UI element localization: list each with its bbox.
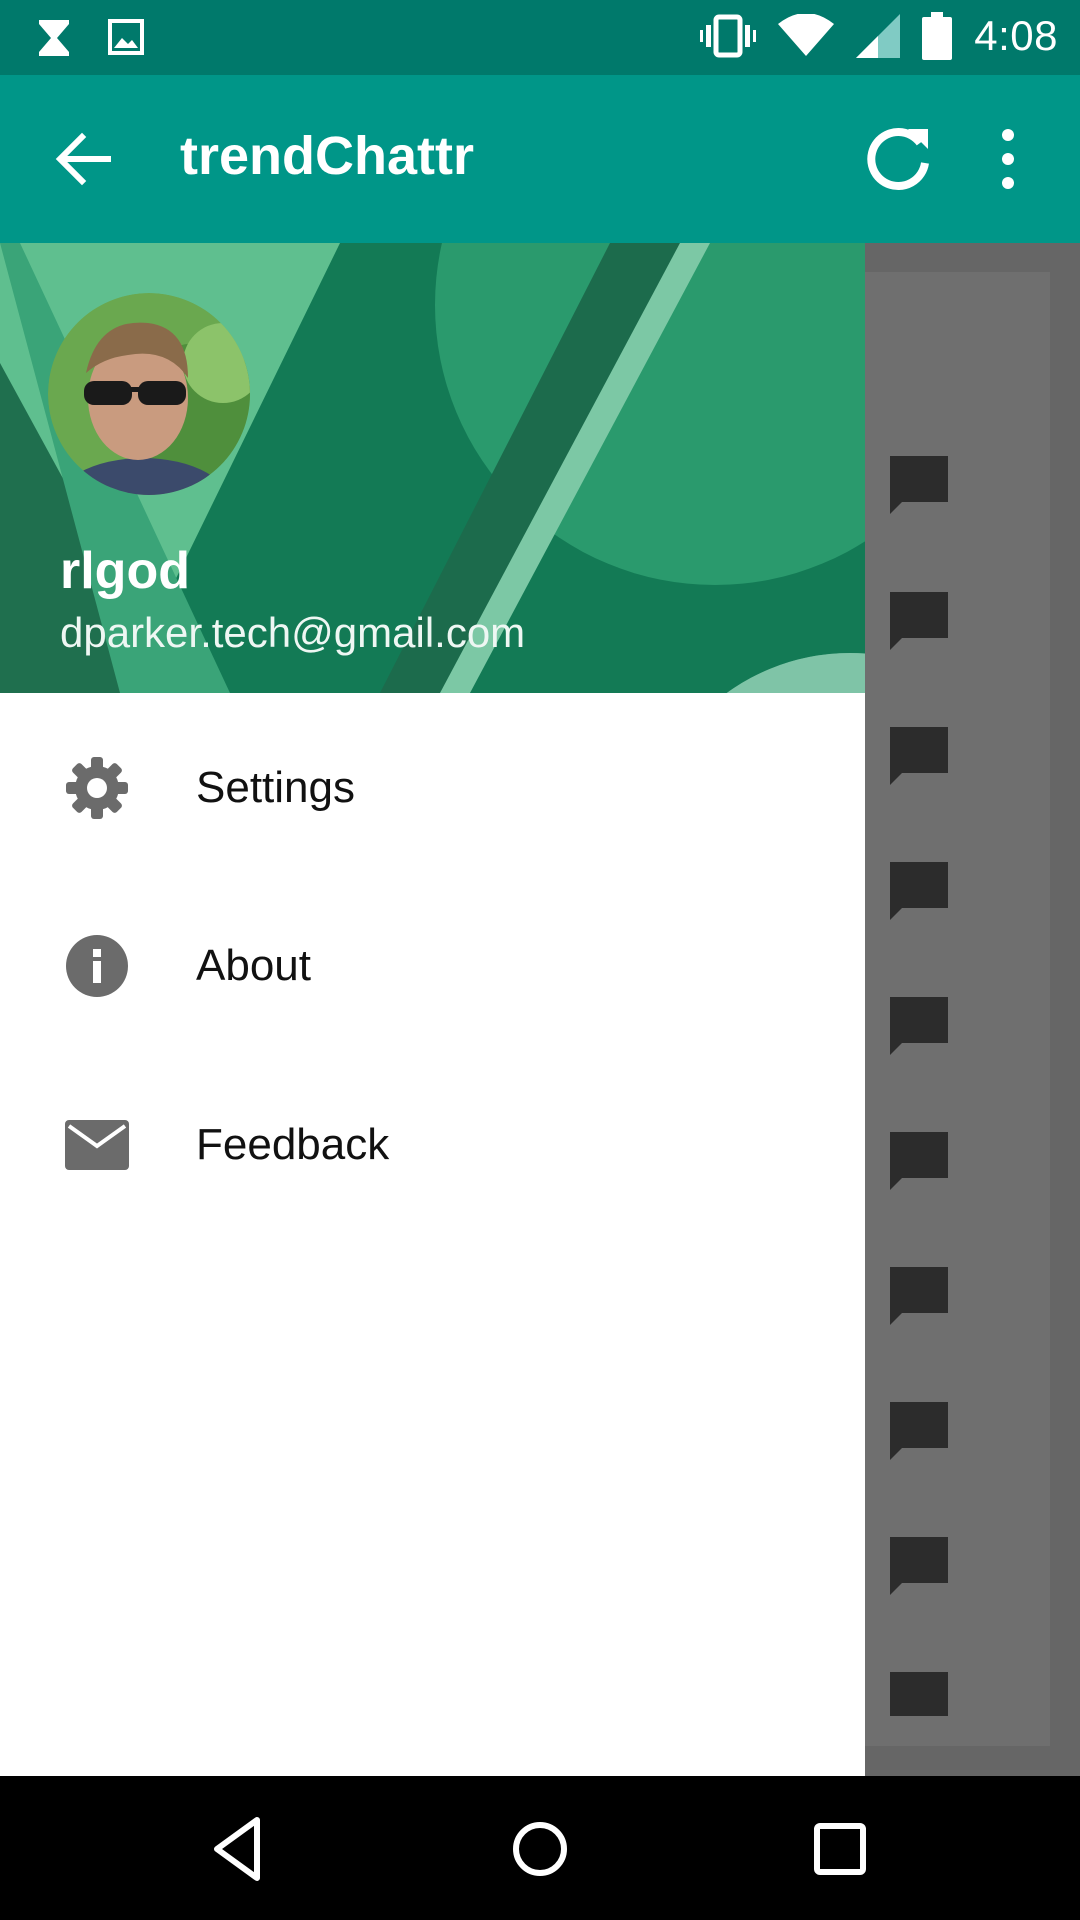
- app-bar: trendChattr: [0, 75, 1080, 243]
- chat-bubble-icon: [890, 456, 948, 514]
- recents-square-icon[interactable]: [805, 1814, 875, 1884]
- drawer-header[interactable]: rlgod dparker.tech@gmail.com: [0, 243, 865, 693]
- chat-bubble-icon: [890, 1672, 948, 1716]
- drawer-item-settings[interactable]: Settings: [0, 713, 865, 863]
- chat-bubble-icon: [890, 1267, 948, 1325]
- back-triangle-icon[interactable]: [205, 1814, 275, 1884]
- drawer-item-feedback[interactable]: Feedback: [0, 1070, 865, 1220]
- hourglass-icon: [39, 20, 69, 56]
- refresh-icon[interactable]: [862, 123, 934, 195]
- chat-bubble-icon: [890, 997, 948, 1055]
- app-title: trendChattr: [180, 126, 474, 186]
- info-icon: [66, 935, 128, 997]
- status-time: 4:08: [974, 12, 1058, 59]
- cellular-signal-icon: [856, 14, 901, 58]
- drawer-item-about[interactable]: About: [0, 891, 865, 1041]
- home-circle-icon[interactable]: [505, 1814, 575, 1884]
- chat-bubble-icon: [890, 592, 948, 650]
- mail-icon: [65, 1120, 129, 1170]
- back-arrow-icon[interactable]: [52, 129, 112, 189]
- drawer-item-label: Feedback: [196, 1120, 390, 1169]
- chat-bubble-icon: [890, 1132, 948, 1190]
- drawer-item-label: Settings: [196, 763, 355, 812]
- system-navigation-bar: [0, 1776, 1080, 1920]
- image-icon: [108, 19, 144, 55]
- chat-bubble-icon: [890, 1402, 948, 1460]
- avatar[interactable]: [48, 293, 250, 495]
- battery-icon: [922, 12, 953, 60]
- gear-icon: [66, 757, 128, 819]
- drawer-email: dparker.tech@gmail.com: [60, 609, 526, 656]
- navigation-drawer: rlgod dparker.tech@gmail.com Settings Ab…: [0, 243, 865, 1776]
- drawer-username: rlgod: [60, 542, 190, 600]
- chat-bubble-icon: [890, 727, 948, 785]
- chat-bubble-icon: [890, 1537, 948, 1595]
- chat-bubble-icon: [890, 862, 948, 920]
- status-bar: 4:08: [0, 0, 1080, 75]
- overflow-menu-icon[interactable]: [990, 127, 1026, 191]
- vibrate-icon: [700, 14, 757, 58]
- drawer-item-label: About: [196, 941, 311, 990]
- wifi-icon: [778, 14, 835, 56]
